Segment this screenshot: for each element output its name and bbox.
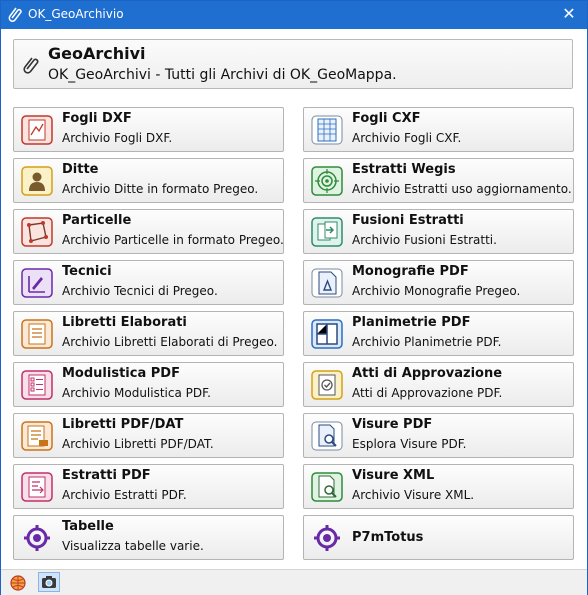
button-title: Atti di Approvazione xyxy=(352,366,503,381)
approval-icon xyxy=(311,370,343,400)
button-title: Tecnici xyxy=(62,264,112,279)
booklet-icon xyxy=(21,319,53,349)
button-title: Monografie PDF xyxy=(352,264,469,279)
button-title: Fusioni Estratti xyxy=(352,213,464,228)
page-subtitle: OK_GeoArchivi - Tutti gli Archivi di OK_… xyxy=(48,67,397,83)
estratti-wegis-button[interactable]: Estratti Wegis Archivio Estratti uso agg… xyxy=(303,158,574,203)
tecnici-button[interactable]: Tecnici Archivio Tecnici di Pregeo. xyxy=(13,260,284,305)
button-title: Tabelle xyxy=(62,519,114,534)
button-title: Estratti Wegis xyxy=(352,162,456,177)
button-description: Archivio Planimetrie PDF. xyxy=(352,335,502,349)
gear-icon xyxy=(24,525,50,551)
paperclip-icon xyxy=(23,57,39,74)
visure-xml-button[interactable]: Visure XML Archivio Visure XML. xyxy=(303,464,574,509)
globe-tool-icon[interactable] xyxy=(9,574,27,592)
button-description: Archivio Fusioni Estratti. xyxy=(352,233,497,247)
libretti-elaborati-button[interactable]: Libretti Elaborati Archivio Libretti Ela… xyxy=(13,311,284,356)
p7mtotus-button[interactable]: P7mTotus xyxy=(303,515,574,560)
status-bar xyxy=(1,569,587,595)
page-title: GeoArchivi xyxy=(48,44,146,63)
particelle-button[interactable]: Particelle Archivio Particelle in format… xyxy=(13,209,284,254)
button-description: Archivio Libretti PDF/DAT. xyxy=(62,437,214,451)
button-description: Archivio Fogli DXF. xyxy=(62,131,173,145)
button-title: Visure XML xyxy=(352,468,435,483)
button-description: Archivio Tecnici di Pregeo. xyxy=(62,284,218,298)
technician-icon xyxy=(21,268,53,298)
camera-button[interactable] xyxy=(38,572,60,592)
button-title: P7mTotus xyxy=(352,530,424,545)
button-description: Atti di Approvazione PDF. xyxy=(352,386,503,400)
cxf-sheet-icon xyxy=(311,115,343,145)
button-title: Libretti Elaborati xyxy=(62,315,187,330)
libretti-pdf-dat-button[interactable]: Libretti PDF/DAT Archivio Libretti PDF/D… xyxy=(13,413,284,458)
button-title: Particelle xyxy=(62,213,132,228)
extract-pdf-icon xyxy=(21,472,53,502)
button-description: Archivio Modulistica PDF. xyxy=(62,386,211,400)
visure-pdf-button[interactable]: Visure PDF Esplora Visure PDF. xyxy=(303,413,574,458)
button-title: Fogli CXF xyxy=(352,111,421,126)
button-title: Modulistica PDF xyxy=(62,366,180,381)
planimetrie-pdf-button[interactable]: Planimetrie PDF Archivio Planimetrie PDF… xyxy=(303,311,574,356)
estratti-pdf-button[interactable]: Estratti PDF Archivio Estratti PDF. xyxy=(13,464,284,509)
parcel-icon xyxy=(21,217,53,247)
gear-icon xyxy=(314,525,340,551)
monograph-icon xyxy=(311,268,343,298)
modulistica-pdf-button[interactable]: Modulistica PDF Archivio Modulistica PDF… xyxy=(13,362,284,407)
button-title: Visure PDF xyxy=(352,417,433,432)
floorplan-icon xyxy=(311,319,343,349)
app-window: OK_GeoArchivio ✕ GeoArchivi OK_GeoArchiv… xyxy=(0,0,588,595)
ditte-button[interactable]: Ditte Archivio Ditte in formato Pregeo. xyxy=(13,158,284,203)
button-title: Planimetrie PDF xyxy=(352,315,471,330)
fusioni-estratti-button[interactable]: Fusioni Estratti Archivio Fusioni Estrat… xyxy=(303,209,574,254)
xml-doc-icon xyxy=(311,472,343,502)
button-title: Libretti PDF/DAT xyxy=(62,417,184,432)
fogli-cxf-button[interactable]: Fogli CXF Archivio Fogli CXF. xyxy=(303,107,574,152)
close-button[interactable]: ✕ xyxy=(557,3,581,25)
button-title: Fogli DXF xyxy=(62,111,132,126)
button-description: Archivio Estratti PDF. xyxy=(62,488,187,502)
paperclip-icon xyxy=(8,7,22,22)
button-description: Archivio Ditte in formato Pregeo. xyxy=(62,182,259,196)
camera-icon xyxy=(42,576,56,588)
button-description: Archivio Particelle in formato Pregeo. xyxy=(62,233,284,247)
atti-di-approvazione-button[interactable]: Atti di Approvazione Atti di Approvazion… xyxy=(303,362,574,407)
button-description: Archivio Fogli CXF. xyxy=(352,131,462,145)
merge-icon xyxy=(311,217,343,247)
button-description: Archivio Visure XML. xyxy=(352,488,475,502)
button-title: Ditte xyxy=(62,162,99,177)
fogli-dxf-button[interactable]: Fogli DXF Archivio Fogli DXF. xyxy=(13,107,284,152)
person-icon xyxy=(21,166,53,196)
button-description: Esplora Visure PDF. xyxy=(352,437,467,451)
booklet-pdf-icon xyxy=(21,421,53,451)
main-panel: GeoArchivi OK_GeoArchivi - Tutti gli Arc… xyxy=(1,29,587,569)
button-description: Archivio Libretti Elaborati di Pregeo. xyxy=(62,335,278,349)
search-doc-icon xyxy=(311,421,343,451)
forms-icon xyxy=(21,370,53,400)
header-card: GeoArchivi OK_GeoArchivi - Tutti gli Arc… xyxy=(13,39,573,89)
tabelle-button[interactable]: Tabelle Visualizza tabelle varie. xyxy=(13,515,284,560)
button-title: Estratti PDF xyxy=(62,468,151,483)
window-title: OK_GeoArchivio xyxy=(28,7,124,21)
monografie-pdf-button[interactable]: Monografie PDF Archivio Monografie Prege… xyxy=(303,260,574,305)
dxf-sheet-icon xyxy=(21,115,53,145)
button-description: Visualizza tabelle varie. xyxy=(62,539,204,553)
button-description: Archivio Estratti uso aggiornamento. xyxy=(352,182,572,196)
button-description: Archivio Monografie Pregeo. xyxy=(352,284,521,298)
target-icon xyxy=(311,166,343,196)
title-bar: OK_GeoArchivio ✕ xyxy=(1,1,587,29)
